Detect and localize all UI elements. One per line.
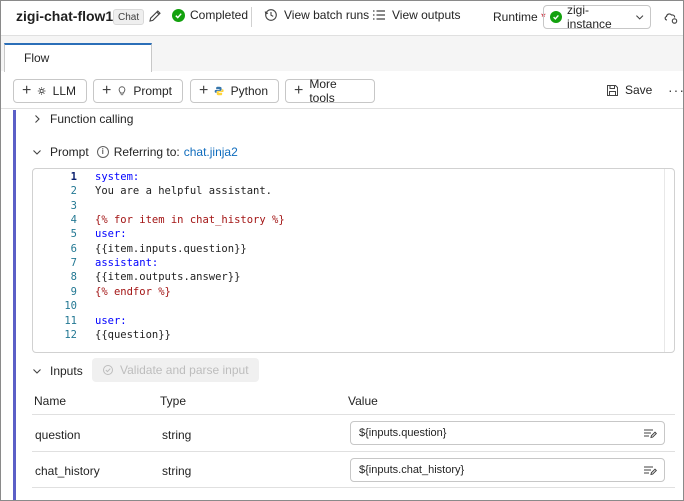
column-header-type: Type <box>160 394 187 408</box>
line-number: 4 <box>70 214 77 227</box>
input-name: chat_history <box>35 464 100 478</box>
line-number: 8 <box>70 271 77 284</box>
view-batch-runs-label: View batch runs <box>284 8 370 22</box>
code-line: You are a helpful assistant. <box>95 185 273 198</box>
code-line: user: <box>95 314 127 327</box>
prompt-section-label: Prompt <box>50 145 89 159</box>
more-tools-label: More tools <box>309 77 337 105</box>
table-divider <box>32 451 675 452</box>
add-prompt-button[interactable]: + Prompt <box>93 79 183 103</box>
edit-value-icon[interactable] <box>643 427 657 439</box>
line-number: 6 <box>70 242 77 255</box>
plus-icon: + <box>199 82 209 99</box>
line-number: 3 <box>70 199 77 212</box>
add-llm-label: LLM <box>52 84 76 98</box>
flow-type-tag: Chat <box>113 9 145 25</box>
flow-name: zigi-chat-flow1 <box>16 8 114 24</box>
status-text: Completed <box>190 8 249 22</box>
code-line: {% for item in chat_history %} <box>95 214 285 227</box>
success-check-icon <box>172 8 185 22</box>
view-outputs-label: View outputs <box>392 8 461 22</box>
runtime-ok-icon <box>550 11 562 23</box>
add-python-button[interactable]: + Python <box>190 79 279 103</box>
history-icon <box>264 9 277 21</box>
code-line: {% endfor %} <box>95 285 171 298</box>
node-toolbar: + LLM + Prompt + Python + More tools Sav… <box>1 72 683 109</box>
add-python-label: Python <box>230 84 268 98</box>
lightbulb-icon <box>119 86 126 96</box>
info-icon[interactable]: i <box>96 146 109 158</box>
plus-icon: + <box>294 82 304 99</box>
llm-icon <box>38 87 46 95</box>
view-outputs-button[interactable]: View outputs <box>372 8 461 22</box>
editor-scrollbar[interactable] <box>664 169 674 352</box>
validate-parse-input-button[interactable]: Validate and parse input <box>92 358 259 382</box>
chevron-right-icon <box>35 115 40 123</box>
run-status: Completed <box>172 8 248 22</box>
code-line: {{item.outputs.answer}} <box>95 271 241 284</box>
inputs-section-label: Inputs <box>50 364 83 378</box>
code-line: {{item.inputs.question}} <box>95 242 247 255</box>
add-prompt-label: Prompt <box>133 84 172 98</box>
more-options-icon[interactable]: ··· <box>668 82 683 98</box>
line-number: 2 <box>70 185 77 198</box>
add-llm-button[interactable]: + LLM <box>13 79 87 103</box>
chevron-down-icon <box>33 369 41 374</box>
input-type: string <box>162 428 192 442</box>
line-number: 5 <box>70 228 77 241</box>
runtime-label: Runtime * <box>493 10 546 24</box>
prompt-node-panel: Function calling Prompt i Referring to: … <box>13 110 683 500</box>
tab-flow[interactable]: Flow <box>4 43 152 73</box>
prompt-section-header[interactable]: Prompt i Referring to: chat.jinja2 <box>32 145 238 159</box>
edit-name-icon[interactable] <box>147 8 163 24</box>
column-header-name: Name <box>34 394 67 408</box>
code-line: user: <box>95 228 127 241</box>
header-bar: zigi-chat-flow1 Chat Completed View batc… <box>1 1 683 34</box>
cloud-settings-icon[interactable] <box>663 9 679 25</box>
function-calling-label: Function calling <box>50 112 134 126</box>
code-line: assistant: <box>95 257 159 270</box>
column-header-value: Value <box>348 394 378 408</box>
table-divider <box>32 487 675 488</box>
plus-icon: + <box>22 82 32 99</box>
line-number: 9 <box>70 285 77 298</box>
plus-icon: + <box>102 82 112 99</box>
chevron-down-icon <box>33 150 41 155</box>
line-number: 11 <box>64 314 77 327</box>
line-number: 1 <box>70 171 77 183</box>
input-name: question <box>35 428 81 442</box>
code-line: {{question}} <box>95 328 171 341</box>
table-divider <box>32 414 675 415</box>
input-value-field[interactable]: ${inputs.chat_history} <box>350 458 665 482</box>
validate-parse-input-label: Validate and parse input <box>120 363 249 377</box>
prompt-code-editor[interactable]: 1 system: 2 You are a helpful assistant. 3 4 {… <box>32 168 675 353</box>
line-number: 10 <box>64 300 77 313</box>
save-button[interactable]: Save <box>606 83 652 97</box>
app-window: zigi-chat-flow1 Chat Completed View batc… <box>0 0 684 501</box>
prompt-file-link[interactable]: chat.jinja2 <box>184 145 238 159</box>
code-line: system: <box>95 171 140 183</box>
validate-icon <box>103 365 113 375</box>
more-tools-button[interactable]: + More tools <box>285 77 375 105</box>
save-label: Save <box>625 83 653 97</box>
referring-to-label: Referring to: <box>113 145 180 159</box>
edit-value-icon[interactable] <box>643 464 657 476</box>
function-calling-section[interactable]: Function calling <box>32 112 133 126</box>
runtime-dropdown[interactable]: zigi-instance <box>543 3 651 31</box>
inputs-section-header[interactable]: Inputs <box>32 364 83 378</box>
input-value-text: ${inputs.question} <box>359 427 447 439</box>
input-type: string <box>162 464 192 478</box>
view-batch-runs-button[interactable]: View batch runs <box>264 8 369 22</box>
divider <box>251 7 252 27</box>
input-value-text: ${inputs.chat_history} <box>359 464 465 476</box>
input-value-field[interactable]: ${inputs.question} <box>350 421 665 445</box>
chevron-down-icon <box>635 15 643 20</box>
line-number: 12 <box>64 328 77 341</box>
save-icon <box>607 84 618 96</box>
python-icon <box>215 86 224 96</box>
line-number: 7 <box>70 257 77 270</box>
tab-bar: Flow <box>1 35 683 73</box>
runtime-value: zigi-instance <box>567 3 612 31</box>
list-icon <box>373 10 385 20</box>
